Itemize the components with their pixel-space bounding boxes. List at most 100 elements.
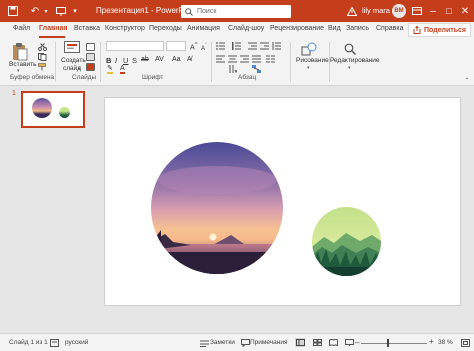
tab-design[interactable]: Конструктор	[105, 25, 145, 32]
ribbon-display-options-icon[interactable]	[411, 4, 423, 18]
zoom-level-text[interactable]: 38 %	[438, 339, 453, 346]
group-divider	[100, 42, 101, 82]
slides-group-label: Слайды	[72, 74, 97, 81]
comments-icon[interactable]	[240, 338, 250, 347]
drawing-dropdown-icon[interactable]: ▾	[307, 65, 310, 71]
language-label[interactable]: русский	[65, 339, 88, 346]
bullets-icon[interactable]	[216, 42, 225, 50]
search-placeholder: Поиск	[197, 8, 217, 15]
layout-icon[interactable]	[86, 43, 95, 51]
paste-icon[interactable]	[11, 41, 29, 61]
columns-icon[interactable]	[266, 55, 275, 63]
format-painter-icon[interactable]	[38, 63, 47, 71]
user-name[interactable]: lily mara	[362, 6, 390, 15]
workspace-background	[94, 306, 474, 333]
tab-transitions[interactable]: Переходы	[149, 25, 182, 32]
editing-dropdown-icon[interactable]: ▾	[348, 65, 351, 71]
comments-button[interactable]: Примечания	[250, 339, 288, 346]
minimize-button[interactable]: –	[426, 3, 440, 19]
decrease-indent-icon[interactable]	[248, 42, 257, 50]
tab-record[interactable]: Запись	[346, 25, 369, 32]
avatar[interactable]: BM	[392, 4, 406, 18]
save-icon[interactable]	[6, 4, 20, 18]
section-icon[interactable]	[86, 63, 95, 71]
new-slide-dropdown-icon[interactable]: ▾	[78, 66, 81, 72]
tab-help[interactable]: Справка	[376, 25, 403, 32]
drawing-label[interactable]: Рисование	[296, 57, 329, 64]
tab-view[interactable]: Вид	[328, 25, 341, 32]
tab-file[interactable]: Файл	[13, 25, 30, 32]
title-bar: ↶ ▾ ▾ Презентация1 - PowerPoint Поиск li…	[0, 0, 474, 22]
forest-circle-image[interactable]	[312, 207, 381, 276]
ribbon: Вставить ▾ Буфер обмена Создать слайд ▾ …	[0, 38, 474, 86]
tab-animations[interactable]: Анимация	[187, 25, 220, 32]
tab-home[interactable]: Главная	[39, 25, 67, 32]
bold-icon[interactable]: B	[106, 56, 111, 65]
reading-view-icon[interactable]	[328, 338, 338, 347]
new-slide-label[interactable]: Создать	[61, 57, 86, 64]
group-divider	[55, 42, 56, 82]
zoom-in-button[interactable]: +	[429, 337, 434, 346]
increase-indent-icon[interactable]	[260, 42, 269, 50]
cut-icon[interactable]	[38, 43, 47, 51]
font-color-icon[interactable]: A	[120, 65, 125, 74]
shapes-icon[interactable]	[301, 42, 317, 56]
sunset-circle-image[interactable]	[151, 142, 283, 274]
text-direction-icon[interactable]	[228, 65, 237, 73]
notes-button[interactable]: Заметки	[210, 339, 235, 346]
share-label: Поделиться	[424, 26, 467, 34]
warning-icon[interactable]	[346, 4, 358, 18]
increase-font-icon[interactable]: A^	[190, 42, 197, 51]
line-spacing-icon[interactable]	[272, 42, 281, 50]
shadow-icon[interactable]: S	[132, 56, 137, 65]
editing-label[interactable]: Редактирование	[330, 57, 380, 64]
collapse-ribbon-icon[interactable]: ⌃	[463, 76, 471, 84]
fit-to-window-icon[interactable]	[460, 338, 470, 347]
share-button[interactable]: Поделиться	[408, 23, 472, 37]
group-divider	[211, 42, 212, 82]
numbering-icon[interactable]	[232, 42, 241, 50]
customize-toolbar-icon[interactable]: ▾	[70, 4, 80, 18]
highlight-icon[interactable]: ✎	[107, 65, 113, 74]
font-name-select[interactable]	[106, 41, 164, 51]
slide-number: 1	[12, 90, 16, 97]
zoom-slider-thumb[interactable]	[387, 339, 389, 347]
font-size-select[interactable]	[166, 41, 186, 51]
new-slide-icon[interactable]	[64, 41, 80, 55]
slide-thumbnail[interactable]	[21, 91, 85, 128]
share-icon	[413, 26, 421, 34]
close-button[interactable]: ✕	[458, 3, 472, 19]
underline-icon[interactable]: U	[123, 56, 128, 65]
change-case-icon[interactable]: Aa	[172, 56, 181, 63]
maximize-button[interactable]: □	[442, 3, 456, 19]
normal-view-icon[interactable]	[295, 338, 305, 347]
spell-check-icon[interactable]	[49, 338, 59, 347]
slide-canvas[interactable]	[104, 97, 461, 306]
slide-sorter-icon[interactable]	[312, 338, 322, 347]
tab-slideshow[interactable]: Слайд-шоу	[228, 25, 264, 32]
start-slideshow-icon[interactable]	[55, 4, 67, 18]
search-input[interactable]: Поиск	[181, 5, 291, 18]
slideshow-view-icon[interactable]	[344, 338, 354, 347]
clear-formatting-icon[interactable]: A̸	[187, 56, 192, 63]
zoom-slider[interactable]	[361, 343, 427, 344]
find-icon[interactable]	[343, 42, 357, 56]
italic-icon[interactable]: I	[115, 56, 117, 65]
reset-icon[interactable]	[86, 53, 95, 61]
character-spacing-icon[interactable]: AV	[155, 56, 164, 63]
align-center-icon[interactable]	[228, 55, 237, 63]
justify-icon[interactable]	[252, 55, 261, 63]
decrease-font-icon[interactable]: Aˇ	[201, 43, 207, 52]
paste-label[interactable]: Вставить	[9, 61, 37, 68]
smartart-icon[interactable]	[252, 65, 261, 73]
align-left-icon[interactable]	[216, 55, 225, 63]
zoom-out-button[interactable]: –	[355, 338, 359, 347]
strikethrough-icon[interactable]: ab	[141, 56, 149, 63]
tab-insert[interactable]: Вставка	[74, 25, 100, 32]
undo-dropdown-icon[interactable]: ▾	[42, 4, 50, 18]
notes-icon[interactable]	[199, 338, 209, 347]
undo-icon[interactable]: ↶	[28, 4, 42, 18]
tab-review[interactable]: Рецензирование	[270, 25, 324, 32]
copy-icon[interactable]	[38, 53, 47, 61]
align-right-icon[interactable]	[240, 55, 249, 63]
